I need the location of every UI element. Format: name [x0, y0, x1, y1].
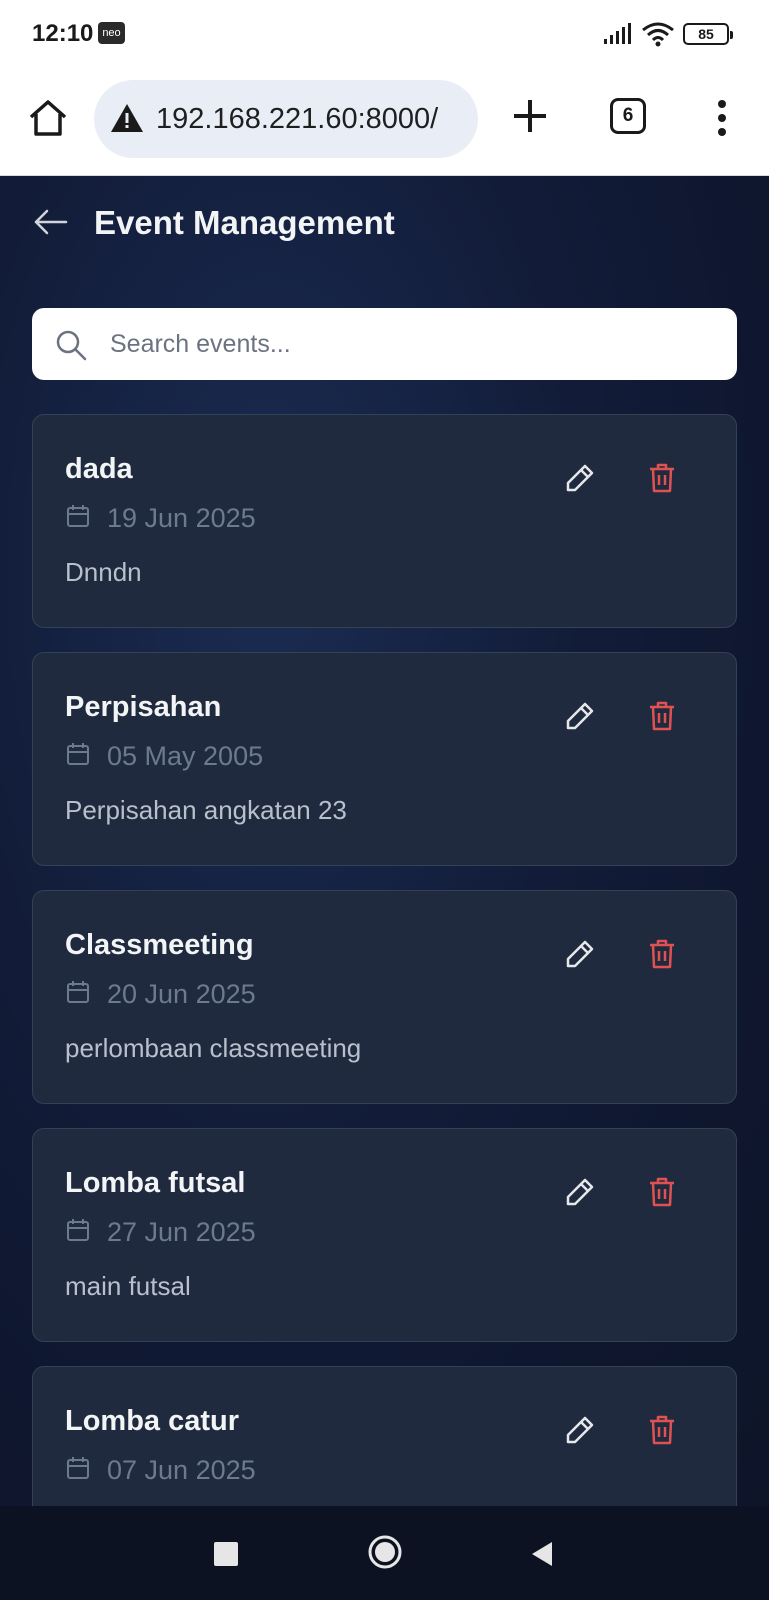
- edit-pencil-icon[interactable]: [563, 461, 597, 495]
- edit-pencil-icon[interactable]: [563, 1175, 597, 1209]
- event-date: 27 Jun 2025: [107, 1217, 256, 1247]
- delete-trash-icon[interactable]: [645, 1413, 679, 1447]
- delete-trash-icon[interactable]: [645, 461, 679, 495]
- event-date: 05 May 2005: [107, 741, 264, 771]
- search-box[interactable]: [32, 308, 737, 380]
- calendar-icon: [67, 743, 89, 765]
- search-icon: [56, 330, 87, 361]
- delete-trash-icon[interactable]: [645, 699, 679, 733]
- carrier-badge: neo: [98, 22, 125, 44]
- signal-icon: [604, 23, 631, 44]
- event-description: main futsal: [65, 1271, 191, 1301]
- recents-icon[interactable]: [214, 1542, 238, 1566]
- app-page: Event Management dada 19 Jun 2025 Dnndn: [0, 176, 769, 1506]
- event-title: Lomba futsal: [65, 1167, 246, 1199]
- edit-pencil-icon[interactable]: [563, 937, 597, 971]
- event-title: Lomba catur: [65, 1405, 240, 1437]
- calendar-icon: [67, 981, 89, 1003]
- event-card[interactable]: dada 19 Jun 2025 Dnndn: [32, 414, 737, 628]
- wifi-icon: [642, 22, 674, 47]
- event-card[interactable]: Lomba futsal 27 Jun 2025 main futsal: [32, 1128, 737, 1342]
- system-nav-bar: [0, 1506, 769, 1600]
- event-card[interactable]: Lomba catur 07 Jun 2025: [32, 1366, 737, 1506]
- search-input[interactable]: [110, 308, 720, 380]
- home-circle-icon[interactable]: [367, 1534, 403, 1570]
- event-title: dada: [65, 453, 133, 485]
- app-header: Event Management: [0, 176, 769, 272]
- event-title: Perpisahan: [65, 691, 222, 723]
- url-text[interactable]: 192.168.221.60:8000/: [156, 80, 468, 158]
- event-description: Dnndn: [65, 557, 142, 587]
- event-description: perlombaan classmeeting: [65, 1033, 362, 1063]
- event-card[interactable]: Perpisahan 05 May 2005 Perpisahan angkat…: [32, 652, 737, 866]
- address-bar[interactable]: 192.168.221.60:8000/: [94, 80, 478, 158]
- menu-icon[interactable]: [708, 98, 736, 138]
- calendar-icon: [67, 505, 89, 527]
- event-card[interactable]: Classmeeting 20 Jun 2025 perlombaan clas…: [32, 890, 737, 1104]
- status-time: 12:10: [32, 20, 94, 47]
- event-description: Perpisahan angkatan 23: [65, 795, 347, 825]
- calendar-icon: [67, 1457, 89, 1479]
- battery-icon: 85: [683, 23, 733, 45]
- delete-trash-icon[interactable]: [645, 1175, 679, 1209]
- status-bar: 12:10 neo 85: [0, 0, 769, 68]
- event-title: Classmeeting: [65, 929, 254, 961]
- edit-pencil-icon[interactable]: [563, 1413, 597, 1447]
- home-icon[interactable]: [26, 96, 70, 140]
- plus-icon[interactable]: [510, 96, 550, 136]
- calendar-icon: [67, 1219, 89, 1241]
- edit-pencil-icon[interactable]: [563, 699, 597, 733]
- back-arrow-icon[interactable]: [30, 202, 70, 242]
- event-list: dada 19 Jun 2025 Dnndn Perpisahan 05 May…: [32, 414, 737, 1506]
- warning-icon[interactable]: [110, 102, 144, 134]
- event-date: 07 Jun 2025: [107, 1455, 256, 1485]
- page-title: Event Management: [94, 204, 395, 241]
- event-date: 20 Jun 2025: [107, 979, 256, 1009]
- status-icons: 85: [603, 20, 733, 48]
- tabs-icon[interactable]: 6: [610, 98, 646, 134]
- browser-toolbar: 192.168.221.60:8000/ 6: [0, 68, 769, 176]
- event-date: 19 Jun 2025: [107, 503, 256, 533]
- delete-trash-icon[interactable]: [645, 937, 679, 971]
- back-triangle-icon[interactable]: [530, 1540, 554, 1568]
